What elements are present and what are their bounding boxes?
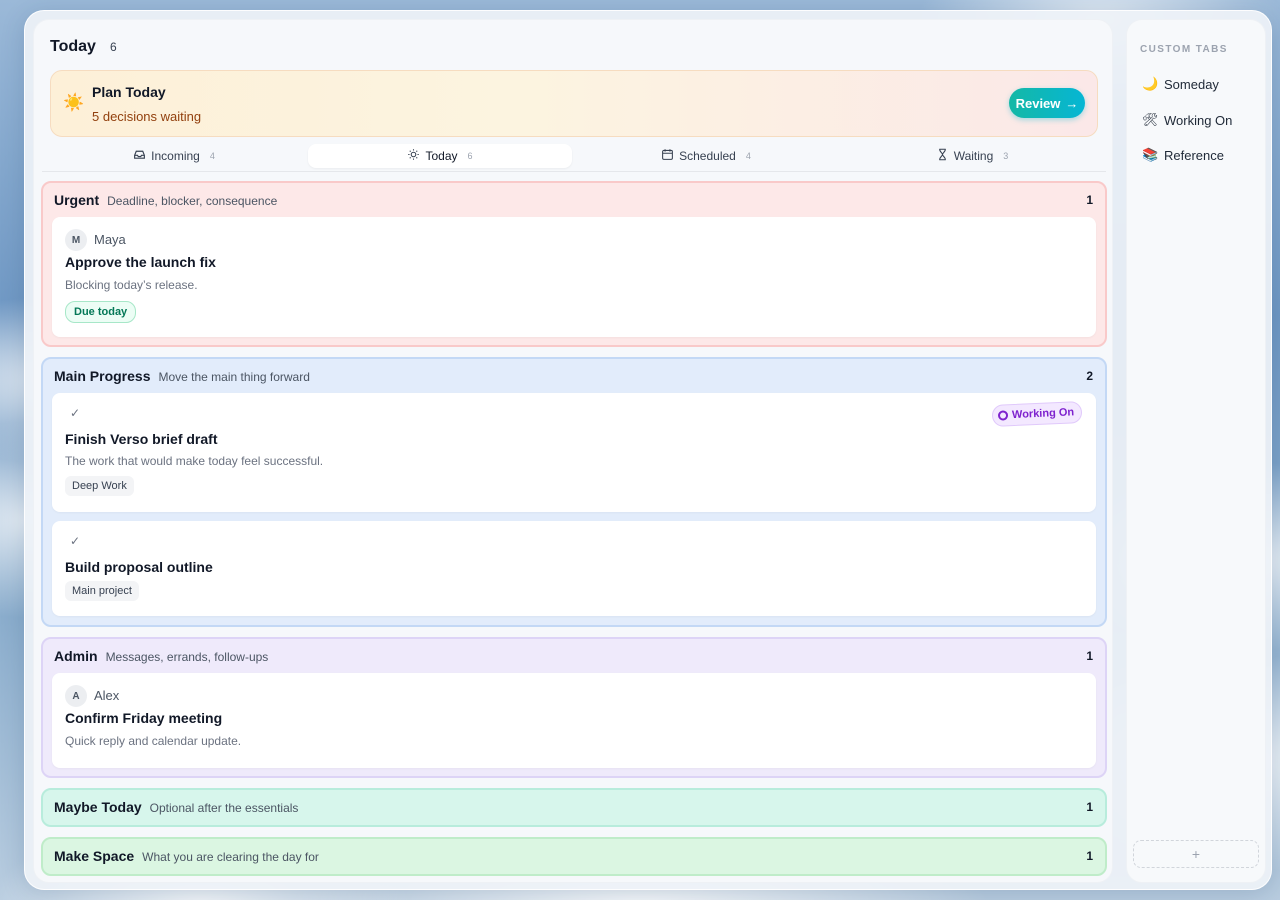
task-title: Approve the launch fix	[65, 254, 216, 270]
section-count: 1	[1086, 849, 1093, 863]
section-subtitle: Move the main thing forward	[158, 370, 310, 384]
plan-today-banner: ☀️ Plan Today 5 decisions waiting Review…	[50, 70, 1098, 137]
tab-count: 4	[209, 151, 215, 161]
task-card[interactable]: ✓ Working On Finish Verso brief draft Th…	[52, 393, 1096, 512]
section-count: 2	[1086, 369, 1093, 383]
task-title: Build proposal outline	[65, 559, 213, 575]
section-subtitle: Messages, errands, follow-ups	[105, 650, 269, 664]
check-icon[interactable]: ✓	[70, 406, 80, 420]
section-urgent: Urgent Deadline, blocker, consequence 1 …	[41, 181, 1107, 347]
section-admin: Admin Messages, errands, follow-ups 1 A …	[41, 637, 1107, 778]
section-subtitle: What you are clearing the day for	[142, 850, 319, 864]
working-on-tag: Working On	[991, 401, 1083, 427]
section-header: Maybe Today Optional after the essential…	[54, 799, 298, 815]
sidebar-item-label: Reference	[1164, 147, 1224, 163]
tab-waiting[interactable]: Waiting 3	[840, 144, 1104, 168]
sidebar-item-label: Working On	[1164, 112, 1233, 128]
tab-label: Waiting	[953, 149, 994, 163]
tab-label: Incoming	[151, 149, 200, 163]
page-title-count: 6	[109, 40, 117, 54]
section-header: Make Space What you are clearing the day…	[54, 848, 319, 864]
section-title: Main Progress	[54, 368, 151, 384]
section-header: Admin Messages, errands, follow-ups	[54, 648, 268, 664]
section-main-progress: Main Progress Move the main thing forwar…	[41, 357, 1107, 627]
tag-chip: Deep Work	[65, 476, 134, 496]
tab-today[interactable]: Today 6	[308, 144, 572, 168]
hourglass-icon	[936, 148, 949, 164]
tab-count: 6	[467, 151, 473, 161]
tab-scheduled[interactable]: Scheduled 4	[574, 144, 838, 168]
task-card[interactable]: A Alex Confirm Friday meeting Quick repl…	[52, 673, 1096, 768]
due-badge: Due today	[65, 301, 137, 323]
page-header: Today 6	[50, 38, 117, 56]
divider	[42, 171, 1106, 172]
task-card[interactable]: M Maya Approve the launch fix Blocking t…	[52, 217, 1096, 337]
sidebar-item-reference[interactable]: 📚 Reference	[1142, 147, 1224, 163]
assignee-name: Maya	[94, 232, 126, 247]
assignee-name: Alex	[94, 688, 120, 703]
section-title: Admin	[54, 648, 98, 664]
sidebar-item-working-on[interactable]: 🛠 Working On	[1142, 112, 1232, 128]
task-title: Finish Verso brief draft	[65, 431, 218, 447]
sidebar-item-label: Someday	[1164, 76, 1219, 92]
section-subtitle: Deadline, blocker, consequence	[107, 194, 278, 208]
avatar: A	[65, 685, 87, 707]
tag-chip: Main project	[65, 581, 139, 601]
books-icon: 📚	[1142, 147, 1159, 162]
tag-label: Working On	[1011, 406, 1075, 422]
plan-title: Plan Today	[92, 84, 166, 100]
sun-icon: ☀️	[63, 93, 85, 112]
circle-icon	[997, 410, 1009, 421]
app-window: Today 6 ☀️ Plan Today 5 decisions waitin…	[24, 10, 1272, 890]
review-button-label: Review	[1015, 95, 1061, 111]
section-maybe-today[interactable]: Maybe Today Optional after the essential…	[41, 788, 1107, 827]
sidebar-item-someday[interactable]: 🌙 Someday	[1142, 76, 1219, 92]
tab-label: Today	[425, 149, 458, 163]
section-count: 1	[1086, 800, 1093, 814]
main-panel: Today 6 ☀️ Plan Today 5 decisions waitin…	[33, 19, 1113, 883]
moon-icon: 🌙	[1142, 76, 1159, 91]
section-title: Make Space	[54, 848, 135, 864]
task-description: Quick reply and calendar update.	[65, 734, 242, 748]
section-title: Maybe Today	[54, 799, 142, 815]
task-description: Blocking today’s release.	[65, 278, 198, 292]
arrow-right-icon: →	[1065, 95, 1079, 111]
review-button[interactable]: Review →	[1009, 88, 1085, 118]
page-title: Today	[50, 38, 96, 55]
tab-label: Scheduled	[679, 149, 736, 163]
tab-count: 4	[745, 151, 751, 161]
task-description: The work that would make today feel succ…	[65, 454, 324, 468]
view-tabs: Incoming 4 Today 6 Scheduled 4 Waiting 3	[42, 144, 1106, 172]
sun-icon	[407, 148, 420, 164]
section-header: Urgent Deadline, blocker, consequence	[54, 192, 277, 208]
plan-subtitle: 5 decisions waiting	[92, 109, 202, 124]
task-card[interactable]: ✓ Build proposal outline Main project	[52, 521, 1096, 616]
section-count: 1	[1086, 193, 1093, 207]
tools-icon: 🛠	[1142, 112, 1159, 127]
avatar: M	[65, 229, 87, 251]
section-subtitle: Optional after the essentials	[149, 801, 299, 815]
tab-count: 3	[1003, 151, 1009, 161]
add-tab-button[interactable]: +	[1133, 840, 1259, 868]
custom-tabs-sidebar: CUSTOM TABS 🌙 Someday 🛠 Working On 📚 Ref…	[1126, 19, 1266, 883]
tab-incoming[interactable]: Incoming 4	[42, 144, 306, 168]
sidebar-heading: CUSTOM TABS	[1140, 44, 1228, 55]
section-count: 1	[1086, 649, 1093, 663]
section-header: Main Progress Move the main thing forwar…	[54, 368, 310, 384]
section-title: Urgent	[54, 192, 100, 208]
calendar-icon	[661, 148, 674, 164]
check-icon[interactable]: ✓	[70, 534, 80, 548]
section-make-space[interactable]: Make Space What you are clearing the day…	[41, 837, 1107, 876]
task-title: Confirm Friday meeting	[65, 710, 223, 726]
inbox-icon	[133, 148, 146, 164]
